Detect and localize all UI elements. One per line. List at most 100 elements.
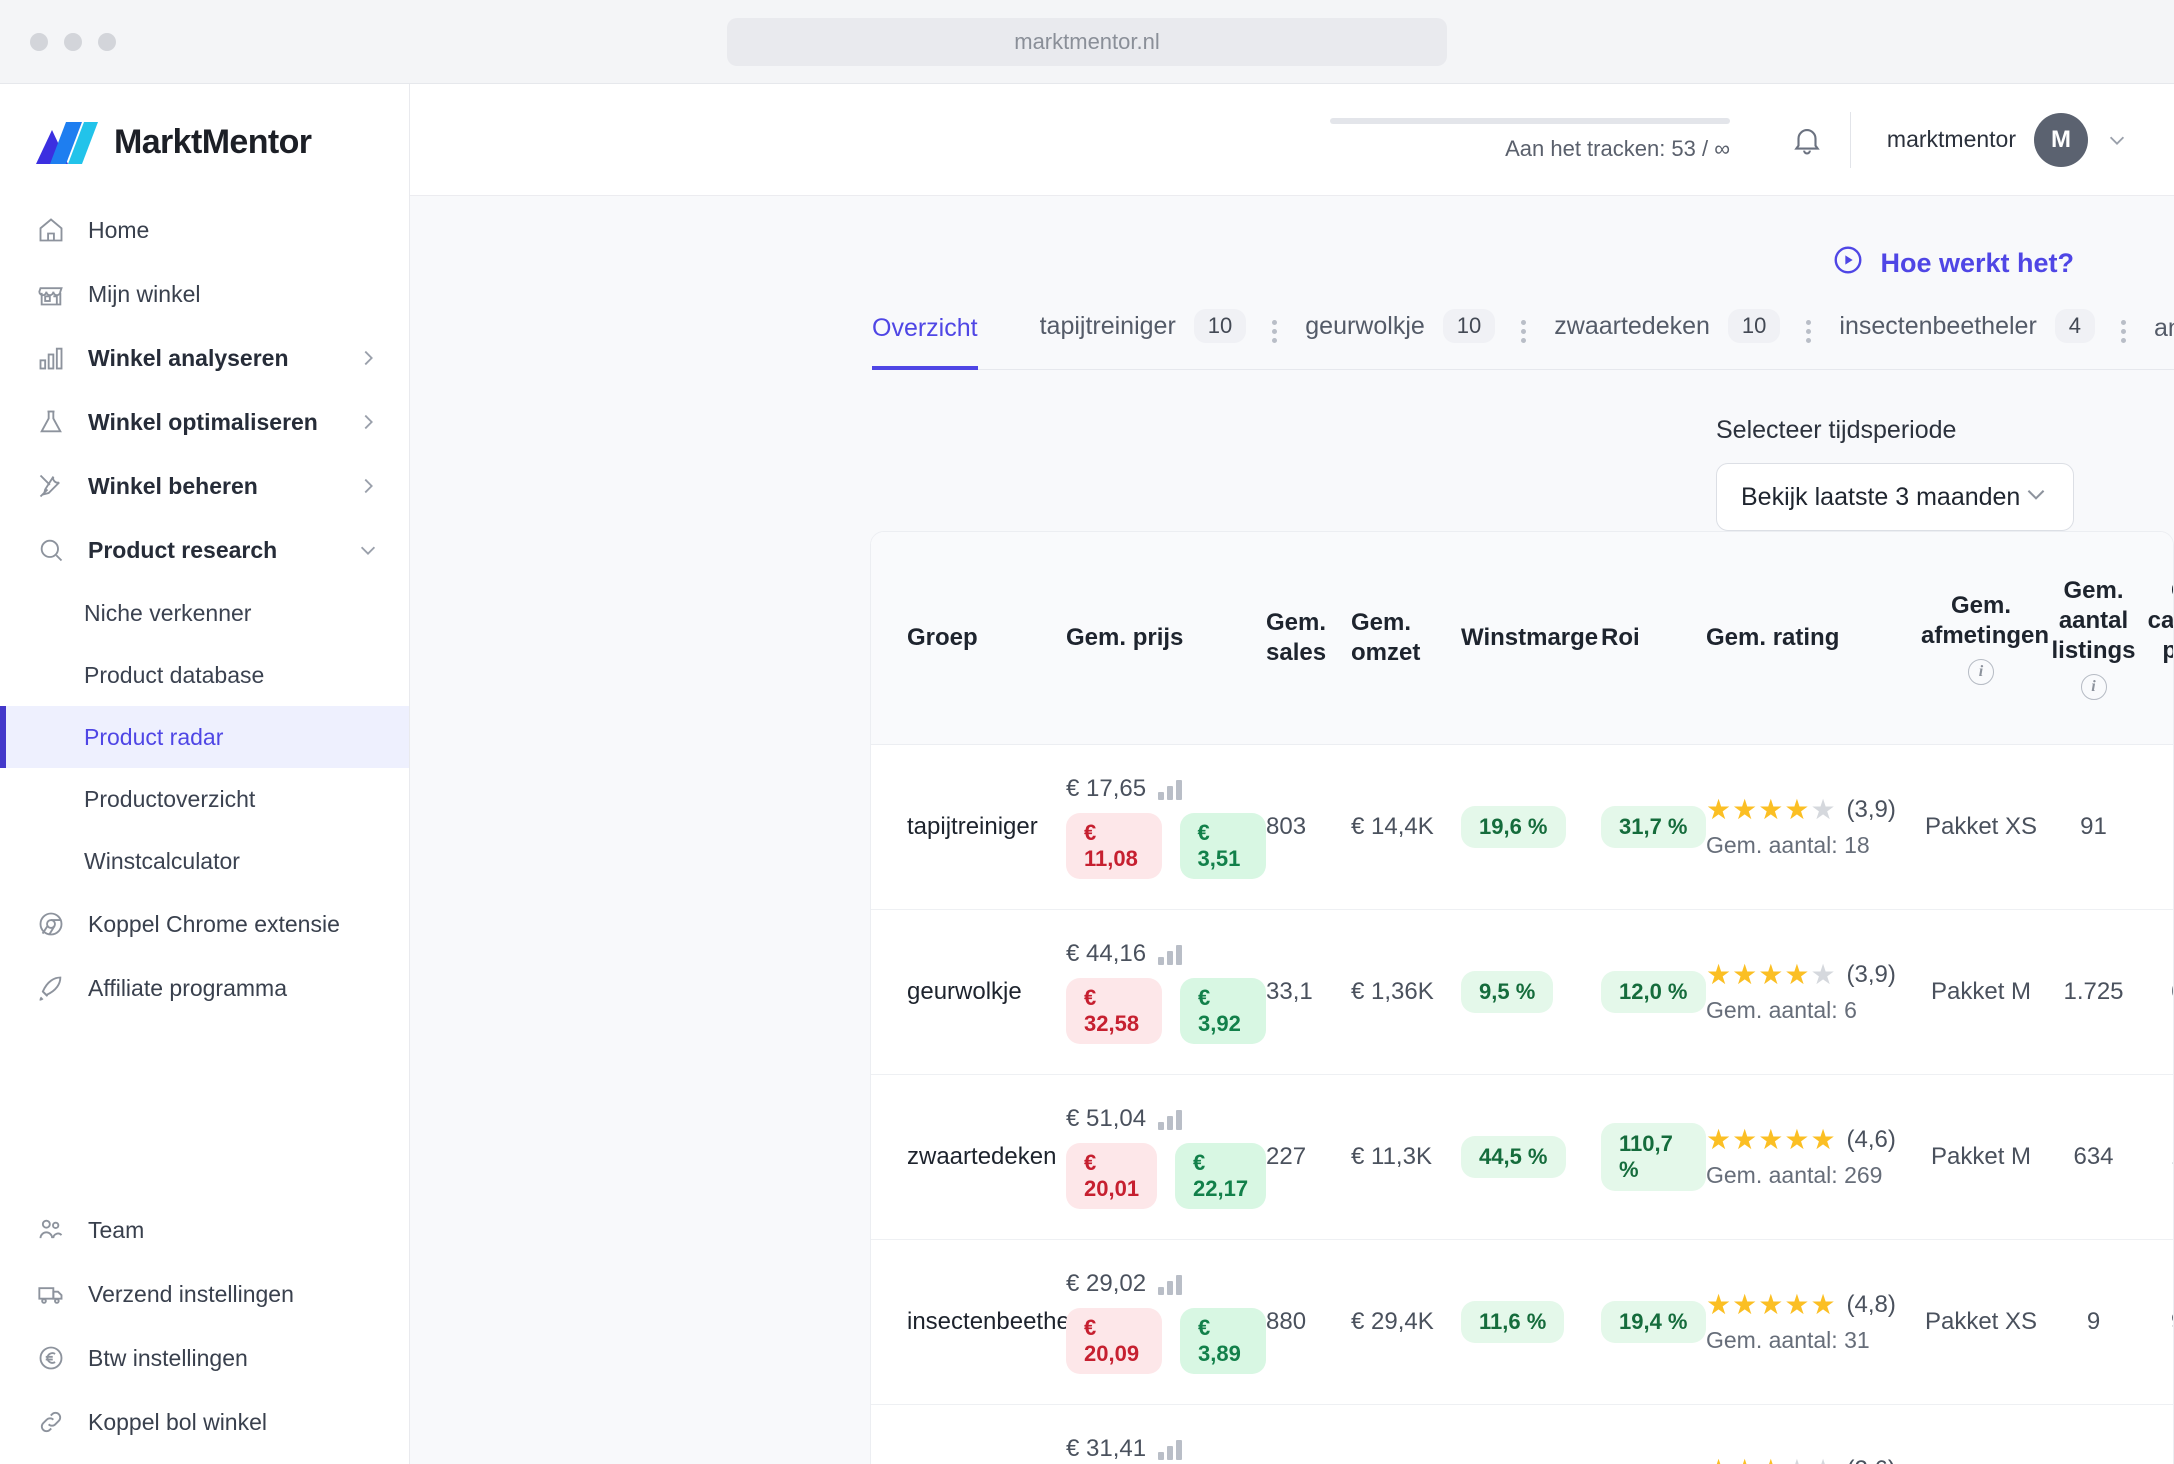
sidebar-item-affiliate-programma[interactable]: Affiliate programma (0, 956, 409, 1020)
how-it-works-button[interactable]: Hoe werkt het? (1832, 244, 2074, 283)
cell-gem-rating: ★★★★★ (4,6) Gem. aantal: 269 (1706, 1075, 1921, 1240)
sidebar-item-btw-instellingen[interactable]: Btw instellingen (0, 1326, 409, 1390)
app-topbar: Aan het tracken: 53 / ∞ marktmentor M (410, 84, 2174, 196)
app-shell: MarktMentor Home Mijn winkel Winkel anal (0, 84, 2174, 1464)
tab-label: anti blafband (2154, 314, 2174, 343)
sidebar-item-winstcalculator[interactable]: Winstcalculator (0, 830, 409, 892)
col-gem-omzet[interactable]: Gem. omzet (1351, 532, 1461, 745)
info-icon[interactable]: i (1968, 659, 1994, 685)
address-bar[interactable]: marktmentor.nl (727, 18, 1447, 66)
cell-gem-prijs: € 29,02 € 20,09 € 3,89 (1066, 1240, 1266, 1405)
tab-options-kebab-icon[interactable] (1806, 320, 1811, 369)
notifications-bell-icon[interactable] (1764, 123, 1850, 157)
tab-options-kebab-icon[interactable] (1272, 320, 1277, 369)
tab-options-kebab-icon[interactable] (2121, 320, 2126, 369)
table-row[interactable]: zwaartedeken € 51,04 € 20,01 € (871, 1075, 2174, 1240)
sidebar-item-productoverzicht[interactable]: Productoverzicht (0, 768, 409, 830)
sidebar-item-label: Winkel optimaliseren (88, 409, 318, 436)
tab-options-kebab-icon[interactable] (1521, 320, 1526, 369)
tab-anti-blafband[interactable]: anti blafband (2154, 314, 2174, 369)
cell-gem-sales: 803 (1266, 745, 1351, 910)
cell-roi: 12,0 % (1601, 910, 1706, 1075)
cell-gem-prijs: € 31,41 € 21,92 € 4,04 (1066, 1405, 1266, 1464)
mini-bar-chart-icon[interactable] (1158, 1273, 1182, 1295)
table-row[interactable]: anti blafband € 31,41 € 21,92 (871, 1405, 2174, 1464)
cell-roi: 19,4 % (1601, 1240, 1706, 1405)
table-row[interactable]: insectenbeetheler € 29,02 € 20,09 (871, 1240, 2174, 1405)
sidebar-item-mijn-winkel[interactable]: Mijn winkel (0, 262, 409, 326)
col-label: Gem. omzet (1351, 609, 1420, 666)
tab-zwaartedeken[interactable]: zwaartedeken 10 (1554, 309, 1780, 369)
star-rating-icon: ★★★★★ (1706, 1456, 1837, 1464)
sidebar-item-winkel-analyseren[interactable]: Winkel analyseren (0, 326, 409, 390)
sidebar-item-team[interactable]: Team (0, 1198, 409, 1262)
sidebar-item-product-database[interactable]: Product database (0, 644, 409, 706)
tab-badge: 10 (1194, 309, 1246, 343)
col-gem-rating[interactable]: Gem. rating (1706, 532, 1921, 745)
cell-gem-prijs: € 44,16 € 32,58 € 3,92 (1066, 910, 1266, 1075)
winstmarge-badge: 44,5 % (1461, 1136, 1566, 1178)
cell-gem-sales: 227 (1266, 1075, 1351, 1240)
euro-circle-icon (36, 1343, 66, 1373)
sidebar-item-winkel-optimaliseren[interactable]: Winkel optimaliseren (0, 390, 409, 454)
col-groep[interactable]: Groep (871, 532, 1066, 745)
period-select[interactable]: Bekijk laatste 3 maanden (1716, 463, 2074, 531)
table-header-row: Groep Gem. prijs Gem. sales Gem. omzet W… (871, 532, 2174, 745)
user-menu[interactable]: marktmentor M (1887, 113, 2128, 167)
sidebar-item-koppel-bol-winkel[interactable]: Koppel bol winkel (0, 1390, 409, 1454)
chevron-right-icon (357, 347, 379, 369)
star-rating-icon: ★★★★★ (1706, 1291, 1837, 1319)
tab-label: tapijtreiniger (1040, 312, 1176, 341)
sidebar-item-label: Product research (88, 537, 277, 564)
sidebar-nav: Home Mijn winkel Winkel analyseren (0, 198, 409, 1020)
cell-gem-sales: 79,9 (1266, 1405, 1351, 1464)
tab-insectenbeetheler[interactable]: insectenbeetheler 4 (1839, 309, 2095, 369)
rating-count: Gem. aantal: 31 (1706, 1327, 1921, 1354)
profit-pill: € 3,89 (1180, 1308, 1266, 1374)
tab-tapijtreiniger[interactable]: tapijtreiniger 10 (1040, 309, 1247, 369)
users-icon (36, 1215, 66, 1245)
maximize-window-dot[interactable] (98, 33, 116, 51)
sidebar-item-product-research[interactable]: Product research (0, 518, 409, 582)
tab-overzicht[interactable]: Overzicht (872, 314, 978, 369)
table-row[interactable]: geurwolkje € 44,16 € 32,58 € 3 (871, 910, 2174, 1075)
profit-pill: € 22,17 (1175, 1143, 1266, 1209)
page-content: Hoe werkt het? Overzicht tapijtreiniger … (410, 196, 2174, 1464)
mini-bar-chart-icon[interactable] (1158, 1438, 1182, 1460)
col-gem-aantal-listings[interactable]: Gem. aantal listings i (2041, 532, 2146, 745)
mini-bar-chart-icon[interactable] (1158, 778, 1182, 800)
winstmarge-badge: 11,6 % (1461, 1301, 1564, 1343)
col-gem-afmetingen[interactable]: Gem. afmetingen i (1921, 532, 2041, 745)
chevron-down-icon (2023, 481, 2049, 514)
tab-geurwolkje[interactable]: geurwolkje 10 (1305, 309, 1495, 369)
sidebar-item-niche-verkenner[interactable]: Niche verkenner (0, 582, 409, 644)
cell-roi: 18,4 % (1601, 1405, 1706, 1464)
sidebar-item-verzend-instellingen[interactable]: Verzend instellingen (0, 1262, 409, 1326)
col-gem-sales[interactable]: Gem. sales (1266, 532, 1351, 745)
roi-badge: 12,0 % (1601, 971, 1706, 1013)
roi-badge: 31,7 % (1601, 806, 1706, 848)
mini-bar-chart-icon[interactable] (1158, 1108, 1182, 1130)
table-row[interactable]: tapijtreiniger € 17,65 € 11,08 (871, 745, 2174, 910)
sidebar-item-label: Affiliate programma (88, 975, 287, 1002)
rating-value: (4,6) (1847, 1126, 1896, 1154)
sidebar-item-label: Mijn winkel (88, 281, 200, 308)
sidebar-item-home[interactable]: Home (0, 198, 409, 262)
truck-icon (36, 1279, 66, 1309)
link-icon (36, 1407, 66, 1437)
period-select-value: Bekijk laatste 3 maanden (1741, 483, 2020, 512)
sidebar-item-winkel-beheren[interactable]: Winkel beheren (0, 454, 409, 518)
close-window-dot[interactable] (30, 33, 48, 51)
minimize-window-dot[interactable] (64, 33, 82, 51)
col-gem-categorie-positie[interactable]: Gem. categorie positie i (2146, 532, 2174, 745)
info-icon[interactable]: i (2081, 674, 2107, 700)
brand-logo[interactable]: MarktMentor (0, 84, 409, 198)
col-roi[interactable]: Roi (1601, 532, 1706, 745)
col-gem-prijs[interactable]: Gem. prijs (1066, 532, 1266, 745)
col-winstmarge[interactable]: Winstmarge (1461, 532, 1601, 745)
cell-listings: 91 (2041, 745, 2146, 910)
sidebar-item-koppel-chrome-extensie[interactable]: Koppel Chrome extensie (0, 892, 409, 956)
sidebar-item-product-radar[interactable]: Product radar (0, 706, 409, 768)
tools-icon (36, 471, 66, 501)
mini-bar-chart-icon[interactable] (1158, 943, 1182, 965)
